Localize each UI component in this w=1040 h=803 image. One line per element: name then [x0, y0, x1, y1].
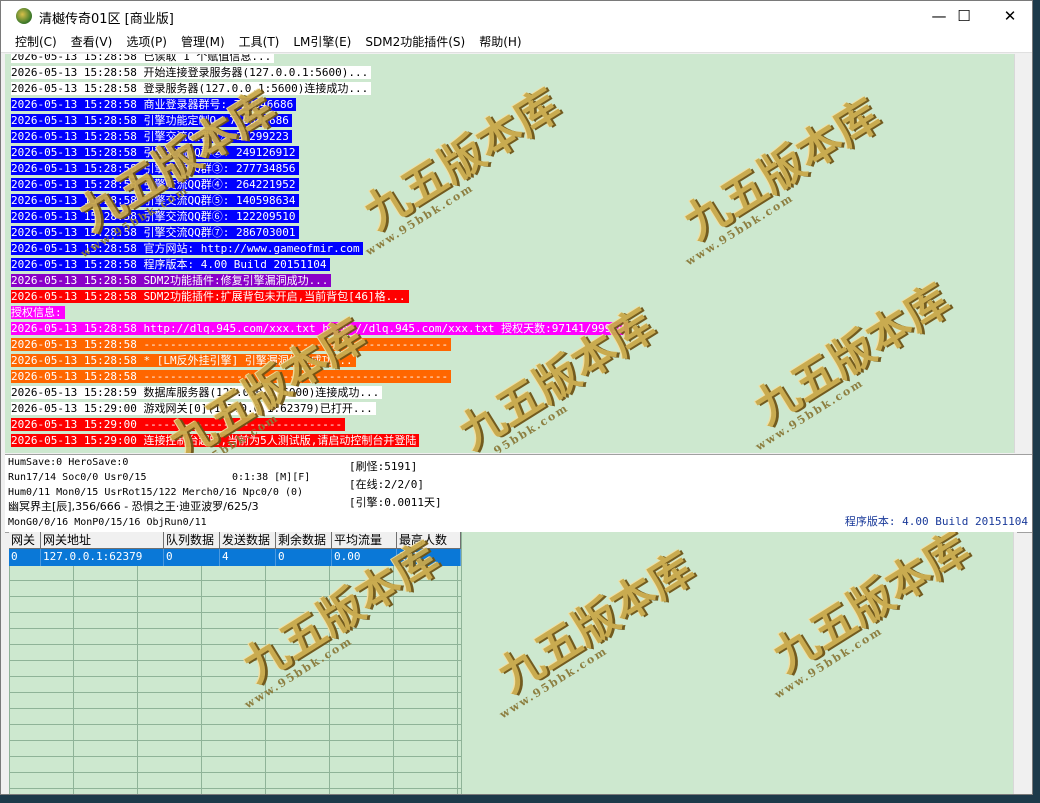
gateway-scrollbar[interactable]: ▲ ▼: [1013, 532, 1017, 794]
log-text: 2026-05-13 15:28:58 --------------------…: [11, 338, 452, 351]
watermark-logo: 九五版本库 www.95bbk.com: [70, 81, 285, 261]
col-sent[interactable]: 发送数据: [220, 532, 276, 549]
log-text: 2026-05-13 15:28:58 登录服务器(127.0.0.1:5600…: [11, 82, 372, 95]
col-gateway[interactable]: 网关: [9, 532, 41, 549]
title-bar[interactable]: 清樾传奇01区 [商业版] — ☐ ✕: [1, 1, 1032, 31]
online-count: [在线:2/2/0]: [349, 478, 424, 491]
log-pane[interactable]: 2026-05-13 15:28:58 已读取 1 个赋值信息... 2026-0…: [5, 54, 1016, 453]
maximize-button[interactable]: ☐: [941, 1, 987, 31]
menu-tools[interactable]: 工具(T): [232, 32, 287, 53]
scroll-up-icon[interactable]: ▲: [1015, 54, 1016, 71]
scroll-down-icon[interactable]: ▼: [1014, 777, 1017, 794]
log-line: 2026-05-13 15:28:58 已读取 1 个赋值信息...: [11, 54, 628, 65]
log-line: 2026-05-13 15:28:58 程序版本: 4.00 Build 201…: [11, 257, 628, 273]
engine-days: [引擎:0.0011天]: [349, 496, 442, 509]
program-version: 程序版本: 4.00 Build 20151104: [844, 515, 1028, 528]
close-button[interactable]: ✕: [987, 1, 1033, 31]
status-mon: MonG0/0/16 MonP0/15/16 ObjRun0/11: [8, 517, 207, 528]
log-text: 2026-05-13 15:28:58 官方网站: http://www.gam…: [11, 242, 363, 255]
log-scrollbar[interactable]: ▲ ▼: [1014, 54, 1016, 453]
status-run: Run17/14 Soc0/0 Usr0/15: [8, 472, 147, 483]
menu-help[interactable]: 帮助(H): [472, 32, 528, 53]
status-panel: HumSave:0 HeroSave:0 Run17/14 Soc0/0 Usr…: [5, 454, 1032, 533]
log-text: 授权信息:: [11, 306, 65, 319]
watermark-logo: 九五版本库 www.95bbk.com: [745, 274, 960, 453]
menu-manage[interactable]: 管理(M): [174, 32, 232, 53]
scroll-down-icon[interactable]: ▼: [1015, 434, 1016, 451]
server-window: 清樾传奇01区 [商业版] — ☐ ✕ 控制(C) 查看(V) 选项(P) 管理(M)…: [0, 0, 1033, 795]
gateway-pane[interactable]: 网关 网关地址 队列数据 发送数据 剩余数据 平均流量 最高人数 0 127.0…: [9, 532, 1017, 794]
status-save: HumSave:0 HeroSave:0: [8, 457, 129, 468]
watermark-logo: 九五版本库 www.95bbk.com: [675, 89, 890, 269]
menu-options[interactable]: 选项(P): [119, 32, 174, 53]
log-line: 2026-05-13 15:29:00 连接控制台超时,当前为5人测试版,请启动…: [11, 433, 628, 449]
watermark-logo: 九五版本库 www.95bbk.com: [450, 299, 665, 453]
watermark-logo: 九五版本库 www.95bbk.com: [489, 542, 704, 722]
watermark-logo: 九五版本库 www.95bbk.com: [160, 309, 375, 453]
log-text: 2026-05-13 15:28:58 引擎交流QQ群⑦: 286703001: [11, 226, 299, 239]
status-hum: Hum0/11 Mon0/15 UsrRot15/122 Merch0/16 N…: [8, 487, 304, 498]
menu-control[interactable]: 控制(C): [8, 32, 64, 53]
menu-view[interactable]: 查看(V): [64, 32, 120, 53]
log-line: 2026-05-13 15:28:58 SDM2功能插件:扩展背包未开启,当前背…: [11, 289, 628, 305]
watermark-logo: 九五版本库 www.95bbk.com: [355, 79, 570, 259]
log-text: 2026-05-13 15:28:58 SDM2功能插件:扩展背包未开启,当前背…: [11, 290, 409, 303]
log-text: 2026-05-13 15:28:58 开始连接登录服务器(127.0.0.1:…: [11, 66, 372, 79]
col-address[interactable]: 网关地址: [41, 532, 164, 549]
col-remaining[interactable]: 剩余数据: [276, 532, 332, 549]
status-uptime: 0:1:38 [M][F]: [232, 472, 311, 483]
menu-lm-engine[interactable]: LM引擎(E): [286, 32, 358, 53]
log-text: 2026-05-13 15:28:58 已读取 1 个赋值信息...: [11, 54, 275, 63]
spawn-count: [刷怪:5191]: [349, 460, 418, 473]
app-icon: [16, 8, 32, 24]
menu-bar: 控制(C) 查看(V) 选项(P) 管理(M) 工具(T) LM引擎(E) SDM2功能插件…: [1, 31, 1032, 53]
status-boss: 幽冥界主[辰],356/666 - 恐惧之王·迪亚波罗/625/3: [8, 500, 259, 513]
scroll-up-icon[interactable]: ▲: [1014, 532, 1017, 549]
watermark-logo: 九五版本库 www.95bbk.com: [764, 532, 979, 702]
log-text: 2026-05-13 15:28:58 程序版本: 4.00 Build 201…: [11, 258, 330, 271]
window-title: 清樾传奇01区 [商业版]: [39, 12, 174, 27]
watermark-logo: 九五版本库 www.95bbk.com: [234, 532, 449, 712]
col-queue[interactable]: 队列数据: [164, 532, 220, 549]
log-line: 2026-05-13 15:28:58 SDM2功能插件:修复引擎漏洞成功...: [11, 273, 628, 289]
log-text: 2026-05-13 15:28:58 SDM2功能插件:修复引擎漏洞成功...: [11, 274, 332, 287]
menu-sdm2-plugin[interactable]: SDM2功能插件(S): [358, 32, 472, 53]
